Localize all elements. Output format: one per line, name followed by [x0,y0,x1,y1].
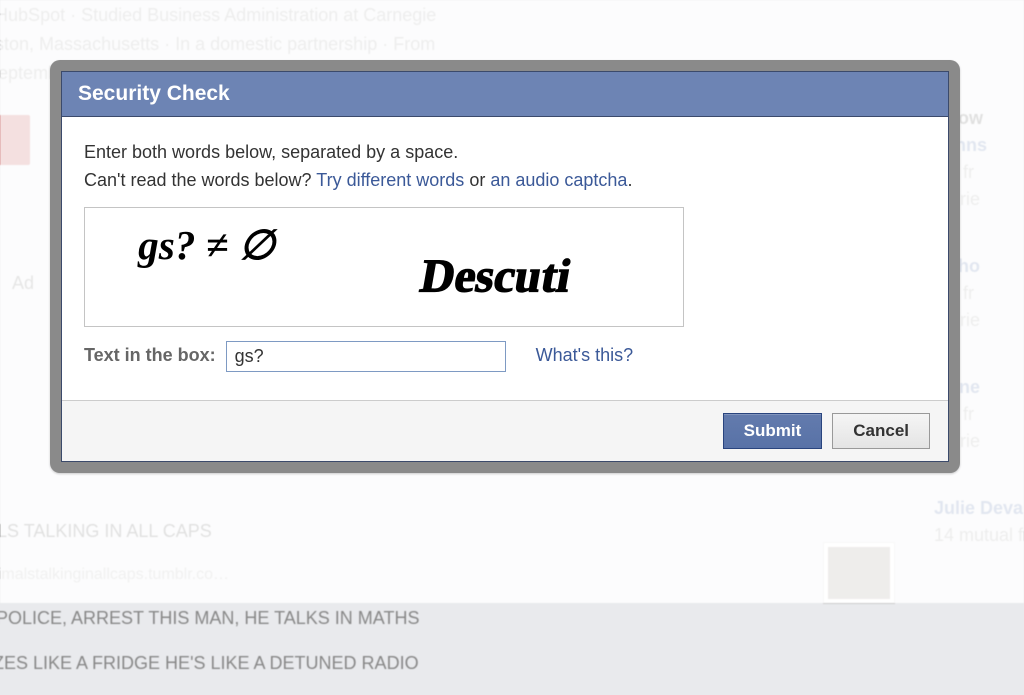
dialog-footer: Submit Cancel [62,400,948,461]
svg-text:Descuti: Descuti [416,251,574,303]
svg-text:gs? ≠ ∅: gs? ≠ ∅ [137,222,278,268]
captcha-input-label: Text in the box: [84,342,216,370]
captcha-input[interactable] [226,341,506,372]
audio-captcha-link[interactable]: an audio captcha [490,170,627,190]
whats-this-link[interactable]: What's this? [536,342,633,370]
submit-button[interactable]: Submit [723,413,823,449]
dialog-help-line: Can't read the words below? Try differen… [84,167,926,195]
try-different-words-link[interactable]: Try different words [316,170,464,190]
captcha-image: gs? ≠ ∅ Descuti [84,207,684,327]
dialog-instruction: Enter both words below, separated by a s… [84,139,926,167]
security-check-dialog: Security Check Enter both words below, s… [50,60,960,473]
dialog-title: Security Check [62,72,948,117]
cancel-button[interactable]: Cancel [832,413,930,449]
